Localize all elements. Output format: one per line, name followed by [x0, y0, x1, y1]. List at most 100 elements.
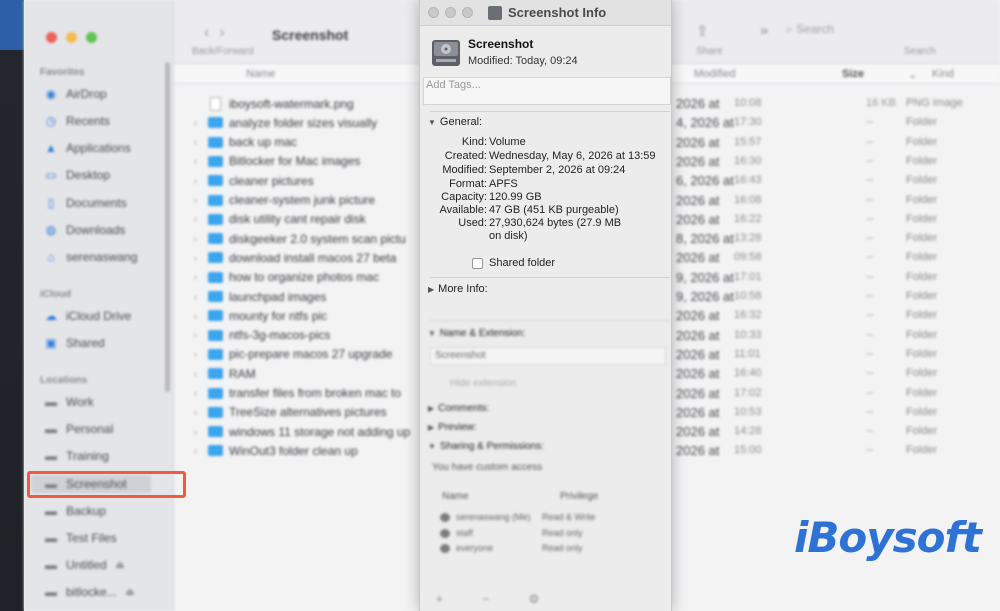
sidebar-item-desktop[interactable]: ▭ Desktop	[44, 165, 110, 185]
file-row-meta[interactable]: 2026 at 15:00 -- Folder	[674, 441, 1000, 460]
zoom-button[interactable]	[86, 32, 97, 43]
sidebar-item-shared[interactable]: ▣ Shared	[44, 333, 104, 353]
file-row-meta[interactable]: 4, 2026 at 17:30 -- Folder	[674, 113, 1000, 132]
file-row[interactable]: › ntfs-3g-macos-pics	[194, 326, 330, 345]
column-name[interactable]: Name	[246, 68, 275, 80]
disclosure-right-icon[interactable]: ›	[194, 427, 202, 437]
sidebar-item-recents[interactable]: ◷ Recents	[44, 111, 110, 131]
sharing-section-toggle[interactable]: ▼ Sharing & Permissions:	[428, 441, 544, 452]
chevron-right-icon[interactable]: ›	[219, 24, 234, 41]
disclosure-right-icon[interactable]: ›	[194, 195, 202, 205]
sidebar-item-bitlocker[interactable]: ▬ bitlocke... ⏏	[44, 582, 135, 602]
file-row-meta[interactable]: 2026 at 16:40 -- Folder	[674, 364, 1000, 383]
sidebar-item-untitled[interactable]: ▬ Untitled ⏏	[44, 555, 125, 575]
file-row-meta[interactable]: 2026 at 10:33 -- Folder	[674, 326, 1000, 345]
file-row-meta[interactable]: 2026 at 16:32 -- Folder	[674, 306, 1000, 325]
comments-section-toggle[interactable]: ▶ Comments:	[428, 403, 489, 414]
permission-row[interactable]: staff Read only	[440, 528, 583, 538]
file-row[interactable]: › pic-prepare macos 27 upgrade	[194, 345, 392, 364]
name-field[interactable]: Screenshot	[430, 347, 666, 365]
file-row[interactable]: › cleaner-system junk picture	[194, 191, 375, 210]
sidebar-item-home[interactable]: ⌂ serenaswang	[44, 247, 137, 267]
disclosure-right-icon[interactable]: ›	[194, 118, 202, 128]
file-row-meta[interactable]: 2026 at 16:22 -- Folder	[674, 210, 1000, 229]
eject-icon[interactable]: ⏏	[125, 587, 134, 598]
file-row[interactable]: › launchpad images	[194, 287, 326, 306]
hide-extension-checkbox[interactable]: Hide extension	[450, 378, 516, 389]
disclosure-right-icon[interactable]: ›	[194, 156, 202, 166]
sidebar-item-icloud-drive[interactable]: ☁ iCloud Drive	[44, 306, 131, 326]
disclosure-right-icon[interactable]: ›	[194, 292, 202, 302]
file-row-meta[interactable]: 2026 at 09:58 -- Folder	[674, 248, 1000, 267]
file-row-meta[interactable]: 8, 2026 at 13:28 -- Folder	[674, 229, 1000, 248]
tags-field[interactable]: Add Tags...	[423, 77, 671, 105]
disclosure-right-icon[interactable]: ›	[194, 407, 202, 417]
info-zoom-button[interactable]	[462, 7, 473, 18]
file-row[interactable]: › cleaner pictures	[194, 171, 314, 190]
disclosure-right-icon[interactable]: ›	[194, 388, 202, 398]
file-row[interactable]: › Bitlocker for Mac images	[194, 152, 360, 171]
sidebar-item-work[interactable]: ▬ Work	[44, 392, 94, 412]
share-icon[interactable]: ⇪	[696, 22, 709, 40]
file-row[interactable]: iboysoft-watermark.png	[194, 94, 354, 113]
disclosure-right-icon[interactable]: ›	[194, 311, 202, 321]
chevron-left-icon[interactable]: ‹	[204, 24, 219, 41]
file-row-meta[interactable]: 9, 2026 at 17:01 -- Folder	[674, 268, 1000, 287]
sidebar-scrollbar[interactable]	[165, 62, 170, 392]
disclosure-right-icon[interactable]: ›	[194, 234, 202, 244]
file-row[interactable]: › WinOut3 folder clean up	[194, 441, 358, 460]
disclosure-right-icon[interactable]: ›	[194, 330, 202, 340]
shared-folder-checkbox[interactable]: Shared folder	[472, 257, 555, 269]
file-row-meta[interactable]: 6, 2026 at 16:43 -- Folder	[674, 171, 1000, 190]
minimize-button[interactable]	[66, 32, 77, 43]
sidebar-item-documents[interactable]: ▯ Documents	[44, 193, 127, 213]
close-button[interactable]	[46, 32, 57, 43]
back-forward-buttons[interactable]: ‹›	[204, 24, 235, 42]
checkbox-box[interactable]	[472, 257, 483, 269]
sidebar-item-applications[interactable]: ▲ Applications	[44, 138, 131, 158]
file-row[interactable]: › diskgeeker 2.0 system scan pictu	[194, 229, 406, 248]
name-extension-section-toggle[interactable]: ▼ Name & Extension:	[428, 328, 526, 339]
sidebar-item-downloads[interactable]: ◍ Downloads	[44, 220, 126, 240]
disclosure-right-icon[interactable]: ›	[194, 272, 202, 282]
permission-row[interactable]: serenaswang (Me) Read & Write	[440, 512, 595, 522]
file-row[interactable]: › how to organize photos mac	[194, 268, 379, 287]
file-row-meta[interactable]: 2026 at 15:57 -- Folder	[674, 133, 1000, 152]
more-chevron-icon[interactable]: »	[760, 22, 768, 39]
file-row[interactable]: › disk utility cant repair disk	[194, 210, 366, 229]
file-row[interactable]: › RAM	[194, 364, 256, 383]
file-row[interactable]: › analyze folder sizes visually	[194, 113, 377, 132]
column-kind[interactable]: Kind	[932, 68, 954, 80]
disclosure-right-icon[interactable]: ›	[194, 253, 202, 263]
info-minimize-button[interactable]	[445, 7, 456, 18]
permission-buttons[interactable]: + − ⚙	[436, 592, 557, 606]
sidebar-item-backup[interactable]: ▬ Backup	[44, 501, 106, 521]
file-row[interactable]: › back up mac	[194, 133, 297, 152]
column-size[interactable]: Size	[842, 68, 864, 80]
search-field[interactable]: ⌕ Search	[786, 22, 906, 42]
general-section-toggle[interactable]: ▼ General:	[428, 116, 482, 128]
file-row-meta[interactable]: 2026 at 10:53 -- Folder	[674, 403, 1000, 422]
disclosure-right-icon[interactable]: ›	[194, 446, 202, 456]
column-modified[interactable]: Modified	[694, 68, 736, 80]
file-row[interactable]: › transfer files from broken mac to	[194, 384, 401, 403]
eject-icon[interactable]: ⏏	[115, 560, 124, 571]
file-row[interactable]: › download install macos 27 beta	[194, 248, 396, 267]
file-row-meta[interactable]: 2026 at 17:02 -- Folder	[674, 384, 1000, 403]
sidebar-item-airdrop[interactable]: ◉ AirDrop	[44, 84, 107, 104]
file-row[interactable]: › windows 11 storage not adding up	[194, 422, 410, 441]
file-row-meta[interactable]: 2026 at 14:28 -- Folder	[674, 422, 1000, 441]
preview-section-toggle[interactable]: ▶ Preview:	[428, 422, 477, 433]
file-row-meta[interactable]: 2026 at 16:08 -- Folder	[674, 191, 1000, 210]
disclosure-right-icon[interactable]: ›	[194, 137, 202, 147]
file-row-meta[interactable]: 9, 2026 at 10:58 -- Folder	[674, 287, 1000, 306]
disclosure-right-icon[interactable]: ›	[194, 176, 202, 186]
disclosure-right-icon[interactable]: ›	[194, 349, 202, 359]
info-close-button[interactable]	[428, 7, 439, 18]
disclosure-right-icon[interactable]: ›	[194, 369, 202, 379]
file-row-meta[interactable]: 2026 at 11:01 -- Folder	[674, 345, 1000, 364]
sidebar-item-personal[interactable]: ▬ Personal	[44, 419, 113, 439]
file-row-meta[interactable]: 2026 at 16:30 -- Folder	[674, 152, 1000, 171]
more-info-section-toggle[interactable]: ▶ More Info:	[428, 283, 488, 295]
sidebar-item-training[interactable]: ▬ Training	[44, 446, 109, 466]
